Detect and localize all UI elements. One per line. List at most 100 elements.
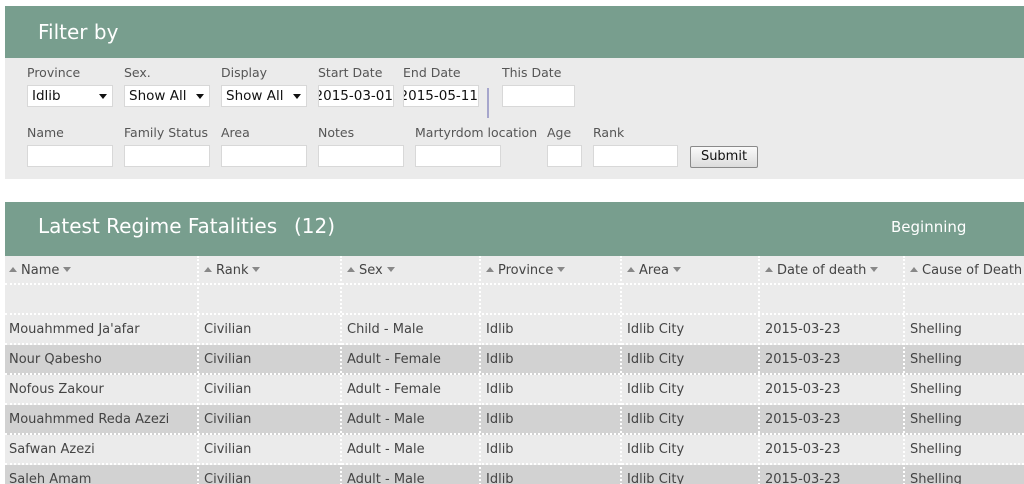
column-header-cause-of-death[interactable]: Cause of Death (910, 263, 1024, 278)
province-label: Province (27, 65, 81, 80)
cell-area: Idlib City (627, 412, 685, 427)
cell-sex: Adult - Male (347, 472, 425, 484)
column-header-label: Rank (216, 263, 249, 278)
sort-up-icon[interactable] (347, 267, 355, 272)
cell-rank: Civilian (204, 382, 252, 397)
cell-sex: Adult - Male (347, 442, 425, 457)
cell-cause-of-death: Shelling (910, 322, 962, 337)
cell-province: Idlib (486, 472, 514, 484)
column-header-label: Sex (359, 263, 383, 278)
family-status-input[interactable] (124, 145, 210, 167)
column-header-date-of-death[interactable]: Date of death (765, 263, 879, 278)
sort-down-icon[interactable] (557, 267, 566, 272)
table-row[interactable]: Mouahmmed Reda Azezi Civilian Adult - Male… (5, 405, 1024, 435)
column-header-rank[interactable]: Rank (204, 263, 261, 278)
cell-area: Idlib City (627, 442, 685, 457)
column-separator (758, 256, 760, 484)
beginning-link[interactable]: Beginning (891, 218, 966, 236)
table-filter-row (5, 285, 1024, 315)
column-header-name[interactable]: Name (9, 263, 72, 278)
submit-button[interactable]: Submit (690, 146, 758, 168)
cell-name: Nour Qabesho (9, 352, 102, 367)
cell-name: Nofous Zakour (9, 382, 104, 397)
column-separator (197, 256, 199, 484)
table-row[interactable]: Safwan Azezi Civilian Adult - Male Idlib Idl… (5, 435, 1024, 465)
table-row[interactable]: Nour Qabesho Civilian Adult - Female Idlib I… (5, 345, 1024, 375)
start-date-input[interactable]: 2015-03-01 (318, 85, 394, 107)
cell-date-of-death: 2015-03-23 (765, 382, 841, 397)
sort-up-icon[interactable] (765, 267, 773, 272)
cell-sex: Adult - Female (347, 382, 441, 397)
cell-date-of-death: 2015-03-23 (765, 322, 841, 337)
sort-down-icon[interactable] (672, 267, 681, 272)
sort-down-icon[interactable] (870, 267, 879, 272)
end-date-label: End Date (403, 65, 461, 80)
filter-panel-header: Filter by (5, 6, 1024, 58)
martyrdom-location-input[interactable] (415, 145, 501, 167)
sort-down-icon[interactable] (386, 267, 395, 272)
cell-rank: Civilian (204, 322, 252, 337)
display-select[interactable]: Show All (221, 85, 307, 107)
province-select[interactable]: Idlib (27, 85, 113, 107)
cell-date-of-death: 2015-03-23 (765, 412, 841, 427)
this-date-label: This Date (502, 65, 562, 80)
column-separator (340, 256, 342, 484)
cell-name: Mouahmmed Reda Azezi (9, 412, 170, 427)
start-date-value: 2015-03-01 (318, 88, 393, 104)
sort-up-icon[interactable] (627, 267, 635, 272)
age-input[interactable] (547, 145, 582, 167)
notes-label: Notes (318, 125, 355, 140)
sort-up-icon[interactable] (910, 267, 918, 272)
chevron-down-icon (196, 94, 204, 99)
start-date-label: Start Date (318, 65, 383, 80)
column-header-sex[interactable]: Sex (347, 263, 395, 278)
date-divider (487, 88, 489, 118)
display-label: Display (221, 65, 268, 80)
rank-input[interactable] (593, 145, 678, 167)
cell-cause-of-death: Shelling (910, 352, 962, 367)
column-header-area[interactable]: Area (627, 263, 681, 278)
area-input[interactable] (221, 145, 307, 167)
cell-cause-of-death: Shelling (910, 382, 962, 397)
cell-sex: Adult - Male (347, 412, 425, 427)
cell-name: Saleh Amam (9, 472, 92, 484)
column-header-province[interactable]: Province (486, 263, 566, 278)
sort-up-icon[interactable] (9, 267, 17, 272)
cell-name: Mouahmmed Ja'afar (9, 322, 140, 337)
cell-cause-of-death: Shelling (910, 442, 962, 457)
this-date-input[interactable] (502, 85, 575, 107)
fatalities-title: Latest Regime Fatalities (38, 214, 278, 238)
chevron-down-icon (99, 94, 107, 99)
table-row[interactable]: Mouahmmed Ja'afar Civilian Child - Male Idl… (5, 315, 1024, 345)
table-row[interactable]: Saleh Amam Civilian Adult - Male Idlib Idlib… (5, 465, 1024, 484)
sort-up-icon[interactable] (486, 267, 494, 272)
sort-down-icon[interactable] (252, 267, 261, 272)
column-header-label: Date of death (777, 263, 867, 278)
name-input[interactable] (27, 145, 113, 167)
cell-province: Idlib (486, 382, 514, 397)
notes-input[interactable] (318, 145, 404, 167)
column-header-label: Cause of Death (922, 263, 1023, 278)
filter-panel: Province Idlib Sex. Show All Display Sho… (5, 58, 1024, 179)
cell-rank: Civilian (204, 352, 252, 367)
cell-cause-of-death: Shelling (910, 472, 962, 484)
name-label: Name (27, 125, 64, 140)
martyrdom-location-label: Martyrdom location (415, 125, 538, 140)
cell-province: Idlib (486, 352, 514, 367)
age-label: Age (547, 125, 572, 140)
area-label: Area (221, 125, 250, 140)
table-row[interactable]: Nofous Zakour Civilian Adult - Female Idlib… (5, 375, 1024, 405)
sex-select-value: Show All (129, 88, 187, 104)
column-header-label: Name (21, 263, 60, 278)
column-separator (620, 256, 622, 484)
cell-province: Idlib (486, 442, 514, 457)
sex-select[interactable]: Show All (124, 85, 210, 107)
cell-date-of-death: 2015-03-23 (765, 472, 841, 484)
end-date-input[interactable]: 2015-05-11 (403, 85, 479, 107)
cell-date-of-death: 2015-03-23 (765, 352, 841, 367)
cell-area: Idlib City (627, 382, 685, 397)
sort-up-icon[interactable] (204, 267, 212, 272)
column-header-label: Area (639, 263, 669, 278)
sort-down-icon[interactable] (63, 267, 72, 272)
fatalities-panel-header: Latest Regime Fatalities (12) Beginning (5, 202, 1024, 256)
